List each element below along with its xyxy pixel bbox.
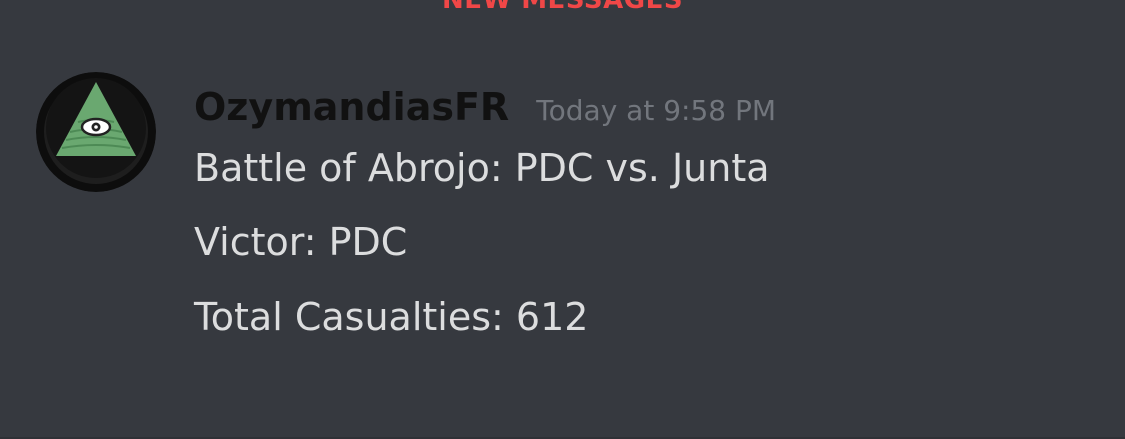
new-messages-divider: NEW MESSAGES xyxy=(0,0,1125,15)
chat-screen: NEW MESSAGES OzymandiasFR Today at 9:58 … xyxy=(0,0,1125,439)
message-line: Battle of Abrojo: PDC vs. Junta xyxy=(194,146,770,190)
author-name[interactable]: OzymandiasFR xyxy=(194,85,509,129)
illuminati-eye-pyramid-icon xyxy=(36,72,156,192)
avatar[interactable] xyxy=(36,72,156,192)
message-line: Total Casualties: 612 xyxy=(194,295,589,339)
message-timestamp: Today at 9:58 PM xyxy=(536,94,777,127)
chat-message: OzymandiasFR Today at 9:58 PM Battle of … xyxy=(0,70,1125,370)
message-line: Victor: PDC xyxy=(194,220,408,264)
new-messages-label: NEW MESSAGES xyxy=(441,0,684,15)
message-header: OzymandiasFR Today at 9:58 PM xyxy=(194,82,776,132)
